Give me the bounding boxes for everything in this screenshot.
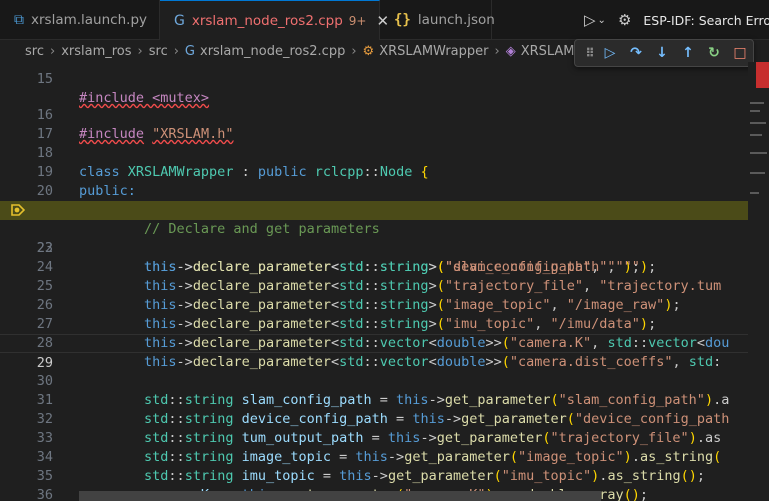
continue-icon[interactable]: ▷	[597, 42, 623, 64]
code-editor[interactable]: 15 #include <mutex> 16 #include "XRSLAM.…	[0, 62, 769, 501]
minimap-line	[750, 110, 760, 112]
code-line-cursor: 29	[0, 334, 769, 371]
tab-label: xrslam.launch.py	[31, 12, 148, 28]
code-line: 19 public:	[0, 144, 769, 199]
json-file-icon: {}	[394, 12, 411, 28]
tab-label: launch.json	[417, 12, 495, 28]
run-debug-icon[interactable]: ▷	[584, 11, 596, 29]
stop-icon[interactable]: □	[727, 42, 753, 64]
tab-launch-json[interactable]: {} launch.json	[380, 0, 495, 40]
gear-icon[interactable]: ⚙	[618, 11, 631, 29]
code-line: 30 std::string slam_config_path = this->…	[0, 353, 769, 408]
chevron-down-icon[interactable]: ⌄	[598, 15, 606, 26]
breadcrumb-item[interactable]: xrslam_ros	[61, 44, 131, 59]
chevron-right-icon: ›	[137, 43, 143, 59]
method-icon: ◈	[505, 43, 516, 59]
tab-xrslam-launch-py[interactable]: ⧉ xrslam.launch.py	[0, 0, 160, 40]
problem-count-badge: 9+	[348, 14, 367, 28]
step-out-icon[interactable]: ↑	[675, 42, 701, 64]
code-line: 20 XRSLAMWrapper() : Node("xrslam_ros2")…	[0, 163, 769, 219]
code-line: 23 this->declare_parameter<std::string>(…	[0, 220, 769, 275]
code-line: 35 camera_K_ = this->get_parameter("came…	[0, 448, 769, 501]
chevron-right-icon: ›	[173, 43, 179, 59]
chevron-right-icon: ›	[494, 43, 500, 59]
minimap-line	[750, 192, 759, 194]
cpp-file-icon: G	[174, 13, 185, 29]
code-line: 34 std::string imu_topic = this->get_par…	[0, 429, 769, 484]
python-file-icon: ⧉	[14, 12, 24, 28]
code-line: 25 this->declare_parameter<std::string>(…	[0, 258, 769, 313]
minimap-line	[750, 102, 764, 104]
restart-icon[interactable]: ↻	[701, 42, 727, 64]
breadcrumb-item[interactable]: XRSLAMWrapper	[379, 44, 488, 59]
step-into-icon[interactable]: ↓	[649, 42, 675, 64]
cpp-file-icon: G	[184, 43, 195, 59]
code-line: 18 class XRSLAMWrapper : public rclcpp::…	[0, 125, 769, 180]
debug-toolbar: ⠿ ▷ ↷ ↓ ↑ ↻ □	[574, 39, 754, 67]
code-line: 24 this->declare_parameter<std::string>(…	[0, 239, 769, 294]
tab-xrslam-node-ros2-cpp[interactable]: G xrslam_node_ros2.cpp 9+ ✕	[160, 0, 389, 41]
minimap[interactable]	[748, 62, 769, 501]
minimap-line	[750, 152, 767, 154]
drag-handle-icon[interactable]: ⠿	[583, 42, 597, 64]
editor-tab-bar: ⧉ xrslam.launch.py G xrslam_node_ros2.cp…	[0, 0, 769, 41]
code-line: 33 std::string image_topic = this->get_p…	[0, 410, 769, 465]
code-line: 31 std::string device_config_path = this…	[0, 372, 769, 427]
minimap-line	[750, 134, 762, 136]
error-marker	[756, 62, 769, 88]
code-line-current-breakpoint: 22 this->declare_parameter<std::string>(…	[0, 201, 769, 275]
code-line: 27 this->declare_parameter<std::vector<d…	[0, 296, 769, 351]
code-line: 32 std::string tum_output_path = this->g…	[0, 391, 769, 446]
minimap-line	[750, 172, 765, 174]
code-line: 26 this->declare_parameter<std::string>(…	[0, 277, 769, 332]
horizontal-scrollbar[interactable]	[79, 491, 601, 501]
chevron-right-icon: ›	[351, 43, 357, 59]
espidf-search-error-button[interactable]: ESP-IDF: Search Error Hi	[643, 13, 769, 28]
minimap-line	[750, 122, 766, 124]
breakpoint-arrow-icon[interactable]	[11, 203, 25, 217]
code-line: 17	[0, 106, 769, 142]
code-line: 28 this->declare_parameter<std::vector<d…	[0, 315, 769, 370]
breadcrumb-item[interactable]: src	[25, 44, 44, 59]
code-line: 16 #include "XRSLAM.h"	[0, 87, 769, 142]
tab-label: xrslam_node_ros2.cpp	[191, 13, 343, 29]
code-line: 36 camera_dist_coeffs_ = this->get_param…	[0, 467, 769, 501]
breadcrumb-item[interactable]: xrslam_node_ros2.cpp	[200, 44, 345, 59]
class-icon: ⚙	[362, 43, 375, 59]
step-over-icon[interactable]: ↷	[623, 42, 649, 64]
code-line: 21 // Declare and get parameters	[0, 182, 769, 237]
breadcrumb-item[interactable]: src	[149, 44, 168, 59]
chevron-right-icon: ›	[49, 43, 56, 59]
editor-actions: ▷ ⌄ ⚙ ESP-IDF: Search Error Hi	[584, 0, 769, 40]
